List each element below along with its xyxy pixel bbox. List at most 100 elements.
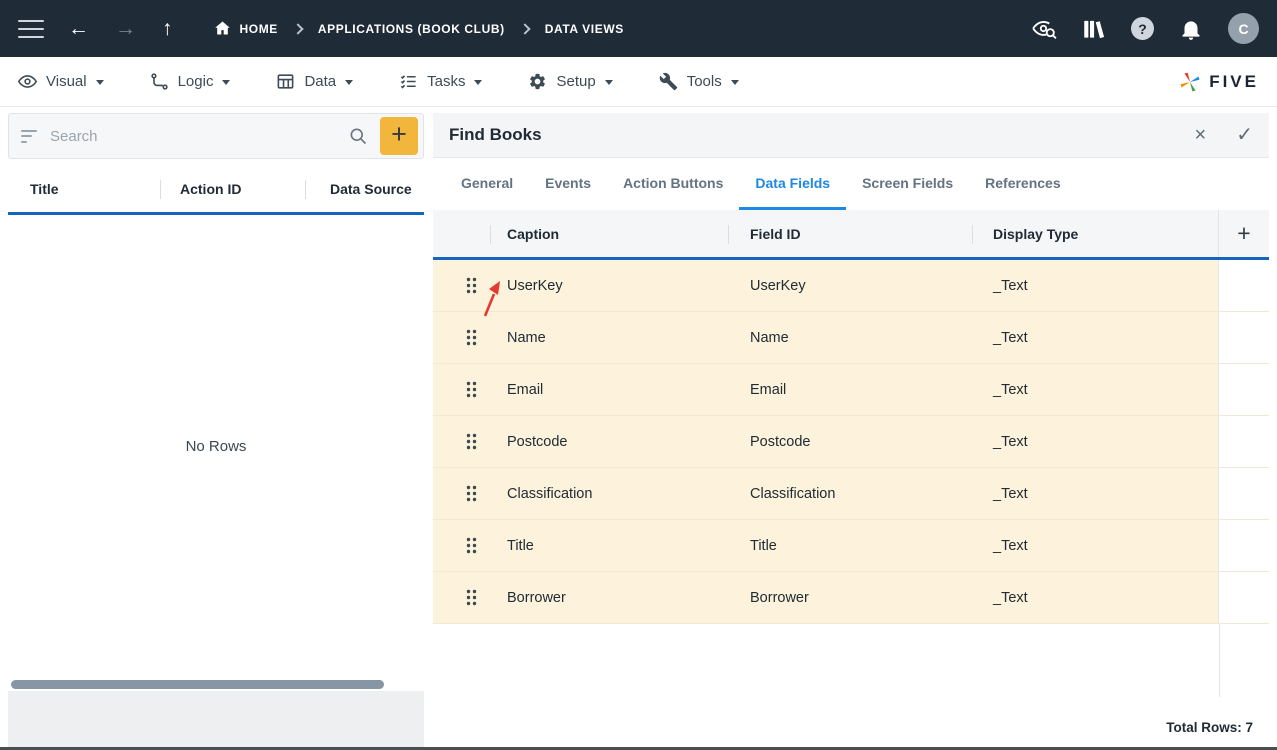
column-divider [972, 225, 973, 244]
confirm-icon[interactable]: ✓ [1236, 125, 1253, 145]
menu-label: Setup [556, 73, 596, 90]
menu-label: Data [304, 73, 337, 90]
back-icon[interactable]: ← [68, 18, 89, 39]
menu-visual[interactable]: Visual [18, 72, 104, 91]
row-end-cell [1218, 468, 1269, 519]
column-header-title: Title [30, 180, 59, 197]
help-icon[interactable]: ? [1131, 17, 1154, 40]
add-data-view-button[interactable]: + [380, 117, 418, 155]
checklist-icon [400, 75, 416, 89]
menu-tools[interactable]: Tools [659, 72, 739, 91]
five-logo-text: FIVE [1209, 71, 1259, 91]
home-icon [214, 21, 230, 35]
library-icon[interactable] [1081, 16, 1107, 42]
tab-general[interactable]: General [445, 158, 529, 210]
chevron-right-icon [519, 22, 531, 35]
panel-footer-area [8, 691, 424, 747]
search-icon [350, 128, 367, 145]
row-end-cell [1218, 260, 1269, 311]
cell-caption: Classification [507, 485, 593, 502]
caret-down-icon [222, 80, 231, 85]
tab-data-fields[interactable]: Data Fields [739, 158, 847, 210]
detail-tabs: General Events Action Buttons Data Field… [433, 158, 1269, 210]
drag-handle-icon[interactable] [433, 364, 507, 415]
hamburger-menu-icon[interactable] [18, 19, 44, 38]
breadcrumb-applications[interactable]: APPLICATIONS (BOOK CLUB) [318, 22, 505, 36]
menu-label: Tools [686, 73, 722, 90]
cell-display-type: _Text [993, 589, 1028, 606]
menubar: Visual Logic Data Tasks Setup Tools FIVE [0, 57, 1277, 107]
table-row[interactable]: Name Name _Text [433, 312, 1269, 364]
caret-down-icon [604, 80, 613, 85]
app-window: ← → ↑ HOME APPLICATIONS (BOOK CLUB) DATA… [0, 0, 1277, 750]
search-input[interactable] [50, 127, 336, 145]
table-row[interactable]: Title Title _Text [433, 520, 1269, 572]
caret-down-icon [730, 80, 739, 85]
drag-handle-icon[interactable] [433, 416, 507, 467]
fields-table-header: Caption Field ID Display Type + [433, 210, 1269, 260]
cell-field-id: Email [750, 381, 787, 398]
table-grid-icon [278, 74, 294, 89]
horizontal-scrollbar[interactable] [8, 677, 424, 691]
column-divider [160, 180, 161, 199]
close-icon[interactable]: × [1195, 125, 1207, 145]
page-title: Find Books [449, 125, 542, 144]
bell-icon[interactable] [1178, 16, 1204, 42]
detail-header: Find Books × ✓ [433, 113, 1269, 158]
tab-screen-fields[interactable]: Screen Fields [846, 158, 969, 210]
drag-handle-icon[interactable] [433, 260, 507, 311]
up-icon[interactable]: ↑ [162, 18, 173, 39]
cell-caption: Email [507, 381, 544, 398]
no-rows-text: No Rows [185, 437, 247, 455]
breadcrumb-home[interactable]: HOME [240, 22, 278, 36]
row-end-cell [1218, 520, 1269, 571]
table-row[interactable]: UserKey UserKey _Text [433, 260, 1269, 312]
topbar: ← → ↑ HOME APPLICATIONS (BOOK CLUB) DATA… [0, 0, 1277, 57]
table-row[interactable]: Classification Classification _Text [433, 468, 1269, 520]
scrollbar-thumb[interactable] [11, 679, 385, 689]
avatar[interactable]: C [1228, 13, 1259, 44]
menu-logic[interactable]: Logic [150, 72, 231, 91]
tab-action-buttons[interactable]: Action Buttons [607, 158, 739, 210]
eye-icon [18, 75, 37, 88]
menu-label: Visual [46, 73, 87, 90]
fields-table-body: UserKey UserKey _Text Name Name _Text Em… [433, 260, 1269, 624]
preview-icon[interactable] [1031, 16, 1057, 42]
add-field-button[interactable]: + [1218, 210, 1269, 257]
tab-events[interactable]: Events [529, 158, 607, 210]
list-column-headers: Title Action ID Data Source [8, 165, 424, 215]
drag-handle-icon[interactable] [433, 468, 507, 519]
cell-display-type: _Text [993, 537, 1028, 554]
column-header-data-source: Data Source [330, 180, 412, 197]
cell-caption: Name [507, 329, 546, 346]
logic-branch-icon [150, 73, 168, 90]
column-divider [490, 225, 491, 244]
menu-setup[interactable]: Setup [528, 72, 613, 91]
drag-handle-icon[interactable] [433, 520, 507, 571]
menu-data[interactable]: Data [276, 72, 354, 91]
forward-icon[interactable]: → [115, 18, 136, 39]
table-right-divider [1219, 624, 1269, 697]
table-row[interactable]: Email Email _Text [433, 364, 1269, 416]
drag-handle-icon[interactable] [433, 572, 507, 623]
five-logo-icon [1180, 72, 1200, 91]
cell-caption: Borrower [507, 589, 566, 606]
topbar-actions: ? C [1031, 13, 1259, 44]
cell-display-type: _Text [993, 485, 1028, 502]
cell-field-id: Postcode [750, 433, 811, 450]
column-header-field-id: Field ID [750, 225, 801, 242]
menu-label: Logic [177, 73, 214, 90]
row-end-cell [1218, 416, 1269, 467]
column-header-display-type: Display Type [993, 225, 1079, 242]
table-row[interactable]: Postcode Postcode _Text [433, 416, 1269, 468]
breadcrumb-data-views[interactable]: DATA VIEWS [545, 22, 624, 36]
menu-tasks[interactable]: Tasks [399, 72, 483, 91]
cell-field-id: Title [750, 537, 777, 554]
total-rows-label: Total Rows: 7 [1166, 720, 1253, 735]
drag-handle-icon[interactable] [433, 312, 507, 363]
table-row[interactable]: Borrower Borrower _Text [433, 572, 1269, 624]
breadcrumb: HOME APPLICATIONS (BOOK CLUB) DATA VIEWS [213, 19, 624, 38]
cell-display-type: _Text [993, 433, 1028, 450]
cell-field-id: Classification [750, 485, 836, 502]
tab-references[interactable]: References [969, 158, 1077, 210]
